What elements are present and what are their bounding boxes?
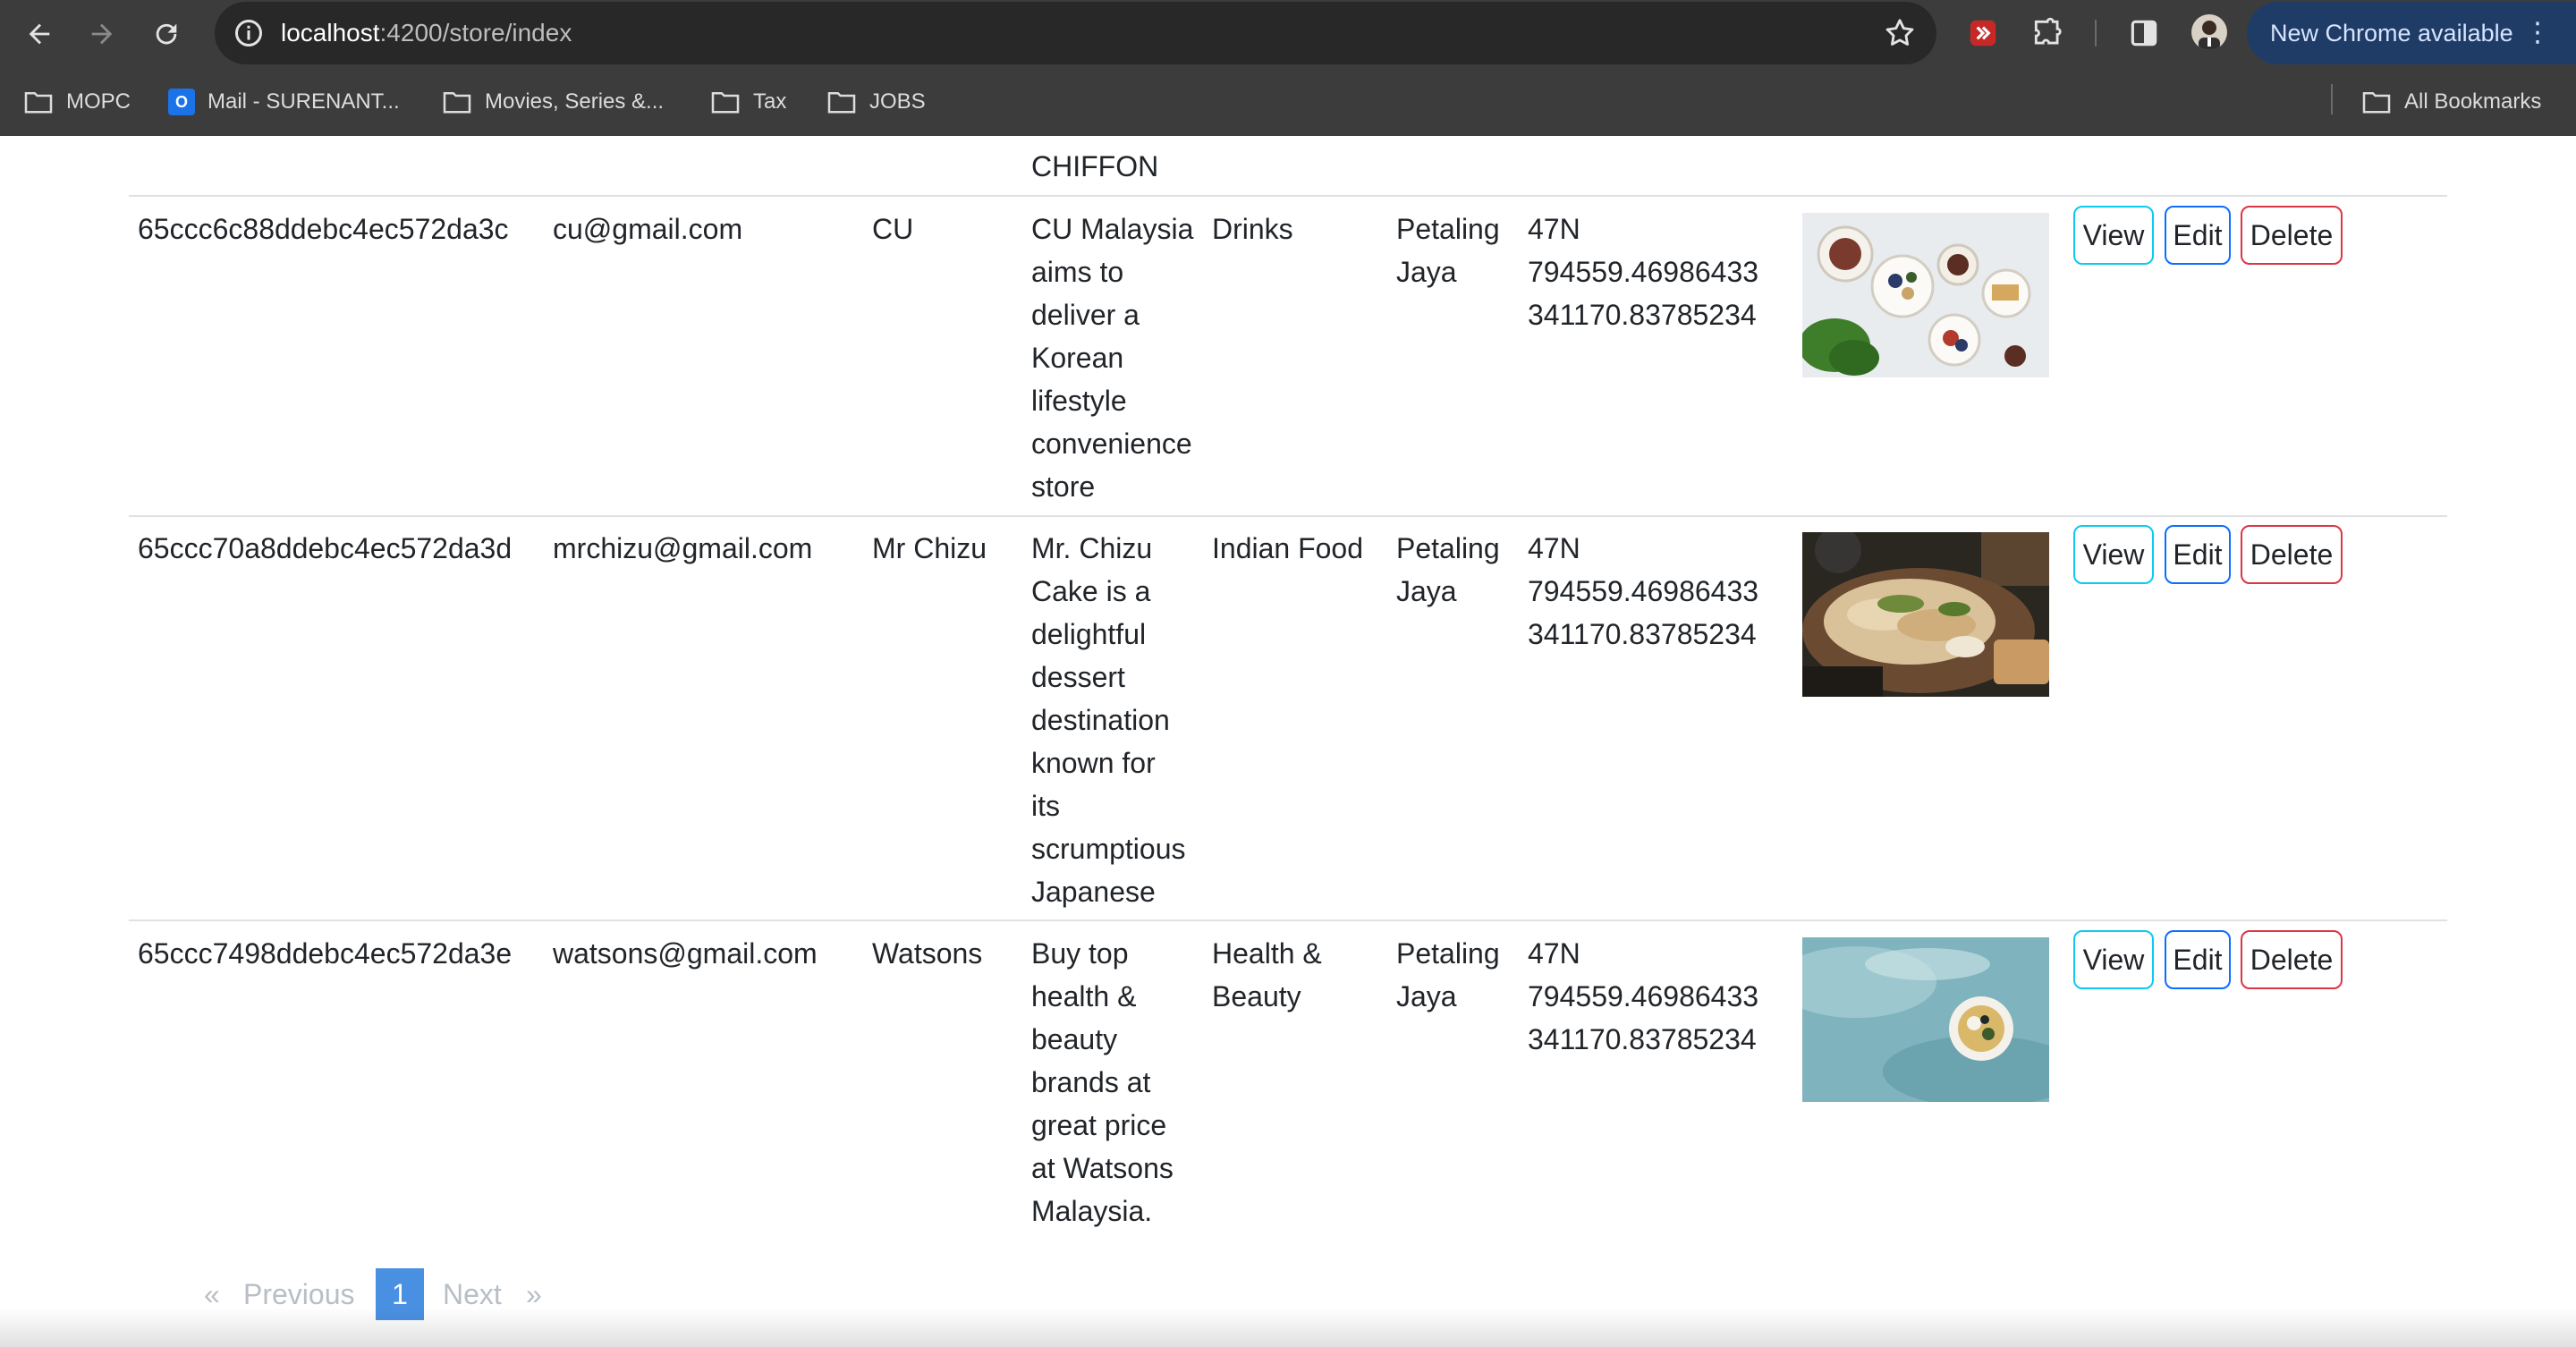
email-cell: cu@gmail.com <box>553 213 743 245</box>
bookmark-folder-movies[interactable]: Movies, Series &... <box>442 73 664 131</box>
view-button[interactable]: View <box>2073 206 2154 265</box>
bookmark-mail[interactable]: O Mail - SURENANT... <box>168 73 400 131</box>
address-bar[interactable]: localhost:4200/store/index <box>215 2 1936 64</box>
chrome-menu-icon[interactable]: ⋮ <box>2524 2 2551 64</box>
description-cell-partial: CHIFFON <box>1031 150 1159 182</box>
side-panel-icon[interactable] <box>2127 16 2161 50</box>
id-cell: 65ccc7498ddebc4ec572da3e <box>138 937 513 970</box>
site-info-icon[interactable] <box>233 17 265 49</box>
city-cell: Petaling Jaya <box>1396 937 1500 1012</box>
profile-avatar-icon <box>2199 21 2220 50</box>
toolbar-divider <box>2095 20 2097 47</box>
url-text[interactable]: localhost:4200/store/index <box>281 2 572 64</box>
delete-button[interactable]: Delete <box>2241 206 2343 265</box>
forward-button[interactable] <box>84 16 120 52</box>
back-arrow-icon <box>29 23 50 45</box>
all-bookmarks-button[interactable]: All Bookmarks <box>2361 73 2541 131</box>
store-image-thumbnail <box>1802 937 2049 1102</box>
store-image-thumbnail <box>1802 532 2049 697</box>
name-cell: CU <box>872 213 914 245</box>
email-cell: mrchizu@gmail.com <box>553 532 813 564</box>
back-button[interactable] <box>21 16 57 52</box>
id-cell: 65ccc6c88ddebc4ec572da3c <box>138 213 509 245</box>
description-cell: Mr. Chizu Cake is a delightful dessert desti… <box>1031 532 1186 908</box>
city-cell: Petaling Jaya <box>1396 213 1500 288</box>
reload-icon <box>156 23 177 45</box>
city-cell: Petaling Jaya <box>1396 532 1500 607</box>
bookmark-label: All Bookmarks <box>2404 89 2542 114</box>
location-cell: 47N 794559.46986433 341170.83785234 <box>1528 937 1759 1055</box>
bookmark-label: MOPC <box>66 89 131 114</box>
bookmark-star-icon[interactable] <box>1883 16 1917 50</box>
name-cell: Watsons <box>872 937 983 970</box>
bookmark-label: Tax <box>753 89 787 114</box>
category-cell: Drinks <box>1212 213 1293 245</box>
edit-button[interactable]: Edit <box>2165 930 2231 989</box>
folder-icon <box>2362 91 2391 114</box>
bookmarks-divider <box>2331 84 2333 114</box>
row-separator <box>129 195 2447 197</box>
bookmark-label: Mail - SURENANT... <box>208 89 400 114</box>
bookmark-label: Movies, Series &... <box>485 89 665 114</box>
bookmark-folder-jobs[interactable]: JOBS <box>826 73 926 131</box>
extensions-puzzle-icon[interactable] <box>2030 16 2064 50</box>
folder-icon <box>24 91 53 114</box>
edit-button[interactable]: Edit <box>2165 206 2231 265</box>
bookmark-folder-tax[interactable]: Tax <box>710 73 786 131</box>
new-chrome-available-button[interactable]: New Chrome available ⋮ <box>2247 2 2576 64</box>
bookmark-label: JOBS <box>869 89 926 114</box>
bookmarks-bar: MOPC O Mail - SURENANT... Movies, Series… <box>0 73 2576 131</box>
bookmark-folder-mopc[interactable]: MOPC <box>23 73 131 131</box>
description-cell: Buy top health & beauty brands at great pric… <box>1031 937 1174 1227</box>
row-separator <box>129 919 2447 921</box>
forward-arrow-icon <box>91 23 113 45</box>
delete-button[interactable]: Delete <box>2241 930 2343 989</box>
profile-avatar[interactable] <box>2191 14 2227 50</box>
extension-red-icon[interactable] <box>1966 16 2000 50</box>
category-cell: Indian Food <box>1212 532 1364 564</box>
category-cell: Health & Beauty <box>1212 937 1322 1012</box>
view-button[interactable]: View <box>2073 525 2154 584</box>
edit-button[interactable]: Edit <box>2165 525 2231 584</box>
outlook-icon: O <box>168 89 195 115</box>
store-index-page: CHIFFON 65ccc6c88ddebc4ec572da3c cu@gmai… <box>0 136 2576 1347</box>
store-image-thumbnail <box>1802 213 2049 377</box>
delete-button[interactable]: Delete <box>2241 525 2343 584</box>
description-cell: CU Malaysia aims to deliver a Korean lifesty… <box>1031 213 1194 503</box>
location-cell: 47N 794559.46986433 341170.83785234 <box>1528 213 1759 331</box>
email-cell: watsons@gmail.com <box>553 937 818 970</box>
id-cell: 65ccc70a8ddebc4ec572da3d <box>138 532 513 564</box>
folder-icon <box>443 91 471 114</box>
name-cell: Mr Chizu <box>872 532 987 564</box>
bottom-shadow <box>0 1308 2576 1347</box>
folder-icon <box>711 91 740 114</box>
row-separator <box>129 515 2447 517</box>
reload-button[interactable] <box>148 16 184 52</box>
location-cell: 47N 794559.46986433 341170.83785234 <box>1528 532 1759 650</box>
view-button[interactable]: View <box>2073 930 2154 989</box>
folder-icon <box>827 91 856 114</box>
